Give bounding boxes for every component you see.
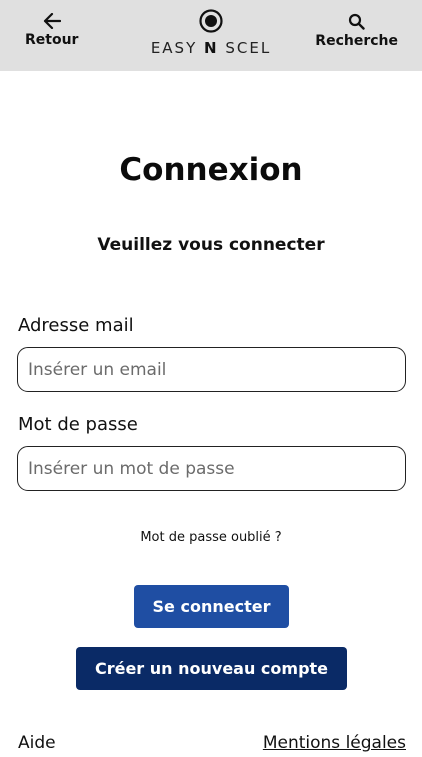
search-label: Recherche	[315, 33, 398, 49]
top-bar: Retour EASY N SCEL Recherche	[0, 0, 422, 71]
help-link[interactable]: Aide	[18, 733, 56, 753]
target-circle-icon	[199, 9, 223, 33]
password-field[interactable]	[17, 446, 406, 491]
search-icon	[349, 13, 365, 30]
email-label: Adresse mail	[18, 315, 134, 336]
search-button[interactable]: Recherche	[315, 13, 398, 49]
brand-name-part2: N	[204, 39, 219, 57]
brand-name-part1: EASY	[150, 39, 205, 57]
brand-name: EASY N SCEL	[151, 39, 271, 57]
email-field[interactable]	[17, 347, 406, 392]
legal-notice-link[interactable]: Mentions légales	[263, 733, 406, 753]
page-subtitle: Veuillez vous connecter	[97, 235, 325, 255]
create-account-button[interactable]: Créer un nouveau compte	[76, 647, 347, 690]
login-button[interactable]: Se connecter	[134, 585, 289, 628]
forgot-password-link[interactable]: Mot de passe oublié ?	[0, 530, 422, 545]
brand-name-part3: SCEL	[218, 39, 272, 57]
password-label: Mot de passe	[18, 414, 138, 435]
page-title: Connexion	[119, 152, 303, 188]
